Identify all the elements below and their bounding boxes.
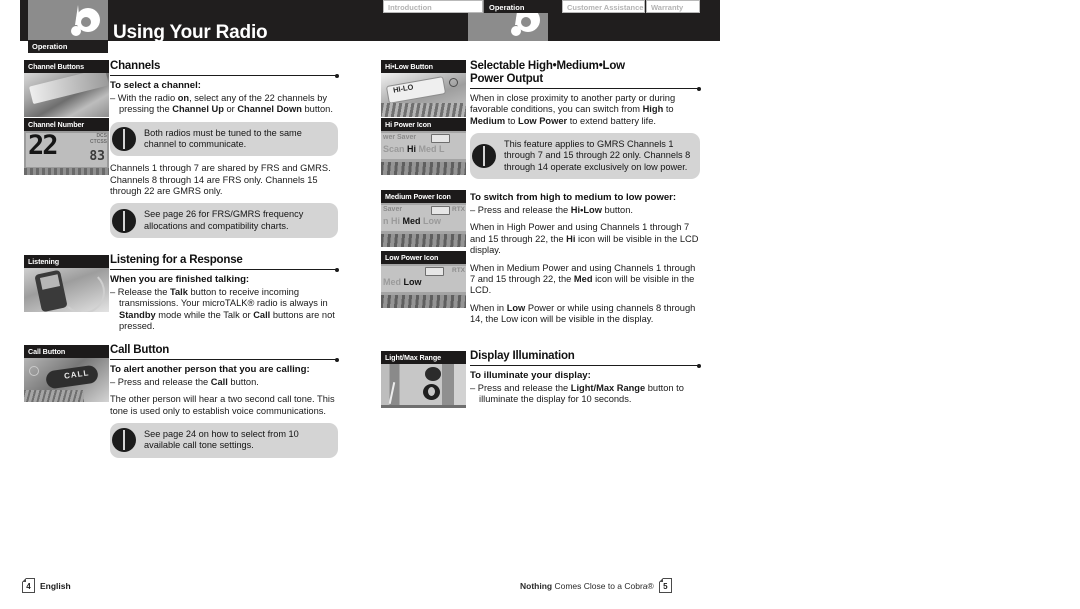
- footer-language-label: English: [40, 580, 71, 591]
- thumbnail-caption: Hi Power Icon: [381, 118, 466, 131]
- cobra-logo-icon: [71, 5, 100, 36]
- page-title: Using Your Radio: [113, 22, 268, 43]
- page-number-right: 5: [658, 578, 672, 593]
- note-icon: [112, 127, 136, 152]
- tab-customer-assistance[interactable]: Customer Assistance: [562, 0, 645, 13]
- section-heading: Listening for a Response: [110, 254, 243, 266]
- thumbnail-image-channel-number: 22 83 DCS CTCSS: [24, 131, 109, 175]
- footer: 4 English Nothing Comes Close to a Cobra®…: [0, 577, 1080, 593]
- thumbnail-low-power-icon: Low Power Icon RTX Med Low: [381, 251, 466, 308]
- tab-warranty[interactable]: Warranty: [646, 0, 700, 13]
- note-text: Both radios must be tuned to the same ch…: [144, 127, 302, 150]
- heading-rule: [110, 357, 339, 362]
- section-bullet: – Release the Talk button to receive inc…: [110, 287, 335, 332]
- thumbnail-light-max-range: Light/Max Range: [381, 351, 466, 408]
- heading-rule: [110, 73, 339, 78]
- thumbnail-listening: Listening: [24, 255, 109, 312]
- tab-introduction[interactable]: Introduction: [383, 0, 483, 13]
- section-heading-line2: Power Output: [470, 73, 543, 85]
- thumbnail-hi-power-icon: Hi Power Icon wer Saver Scan Hi Med L: [381, 118, 466, 175]
- lcd-row2: Med Low: [383, 277, 422, 287]
- section-subheading: When you are finished talking:: [110, 274, 250, 285]
- section-heading: Display Illumination: [470, 350, 575, 362]
- footer-tagline: Nothing Comes Close to a Cobra®: [520, 580, 654, 591]
- thumbnail-caption: Light/Max Range: [381, 351, 466, 364]
- note-text: See page 24 on how to select from 10 ava…: [144, 429, 299, 451]
- tab-operation[interactable]: Operation: [484, 0, 561, 13]
- section-paragraph-medium: When in Medium Power and using Channels …: [470, 262, 696, 296]
- lcd-rtx: RTX: [452, 267, 465, 274]
- thumbnail-caption: Medium Power Icon: [381, 190, 466, 203]
- section-subheading: To illuminate your display:: [470, 370, 591, 381]
- lcd-row2: n Hi Med Low: [383, 216, 441, 226]
- thumbnail-image-light-max-range: [381, 364, 466, 408]
- section-bullet: – With the radio on, select any of the 2…: [110, 93, 333, 115]
- thumbnail-channel-buttons: Channel Buttons: [24, 60, 109, 117]
- lcd-tiny-labels: DCS CTCSS: [90, 133, 107, 145]
- section-paragraph-high: When in High Power and using Channels 1 …: [470, 222, 699, 256]
- thumbnail-image-hilow-button: HI-LO: [381, 73, 466, 117]
- thumbnail-image-channel-buttons: [24, 73, 109, 117]
- section-display-illumination: Display Illumination To illuminate your …: [470, 350, 701, 412]
- section-body: The other person will hear a two second …: [110, 394, 335, 416]
- thumbnail-image-low-power-icon: RTX Med Low: [381, 264, 466, 308]
- lcd-channel-number: 22: [28, 131, 58, 161]
- thumbnail-image-listening: [24, 268, 109, 312]
- header-logo-box-left: [28, 0, 108, 41]
- section-listening: Listening for a Response When you are fi…: [110, 254, 339, 339]
- thumbnail-image-hi-power-icon: wer Saver Scan Hi Med L: [381, 131, 466, 175]
- section-switch-power: To switch from high to medium to low pow…: [470, 192, 700, 332]
- section-call-button: Call Button To alert another person that…: [110, 344, 339, 465]
- thumbnail-caption: Hi•Low Button: [381, 60, 466, 73]
- note-callout-gmrs-channels: This feature applies to GMRS Channels 1 …: [470, 133, 700, 179]
- note-text: This feature applies to GMRS Channels 1 …: [504, 139, 691, 172]
- thumbnail-image-medium-power-icon: Saver RTX n Hi Med Low: [381, 203, 466, 247]
- heading-rule: [470, 86, 701, 91]
- thumbnail-channel-number: Channel Number 22 83 DCS CTCSS: [24, 118, 109, 175]
- lcd-rtx: RTX: [452, 206, 465, 213]
- note-callout-both-radios: Both radios must be tuned to the same ch…: [110, 121, 338, 157]
- thumbnail-medium-power-icon: Medium Power Icon Saver RTX n Hi Med Low: [381, 190, 466, 247]
- section-body: When in close proximity to another party…: [470, 93, 676, 126]
- section-subheading: To switch from high to medium to low pow…: [470, 192, 677, 203]
- section-subheading: To alert another person that you are cal…: [110, 364, 310, 375]
- section-channels: Channels To select a channel: – With the…: [110, 60, 339, 245]
- note-text: See page 26 for FRS/GMRS frequency alloc…: [144, 209, 304, 231]
- section-power-output: Selectable High•Medium•Low Power Output …: [470, 60, 701, 186]
- section-bullet: – Press and release the Call button.: [110, 377, 259, 387]
- note-callout-see-page-26: See page 26 for FRS/GMRS frequency alloc…: [110, 203, 338, 238]
- thumbnail-call-button: Call Button CALL: [24, 345, 109, 402]
- section-heading-line1: Selectable High•Medium•Low: [470, 60, 625, 72]
- thumbnail-caption: Channel Number: [24, 118, 109, 131]
- section-subheading: To select a channel:: [110, 80, 201, 91]
- note-icon: [112, 208, 136, 233]
- section-paragraph-low: When in Low Power or while using channel…: [470, 302, 696, 325]
- lcd-row1: Saver: [383, 206, 403, 213]
- note-icon: [472, 144, 496, 169]
- thumbnail-caption: Channel Buttons: [24, 60, 109, 73]
- tab-operation-left[interactable]: Operation: [28, 40, 108, 53]
- note-icon: [112, 428, 136, 453]
- thumbnail-caption: Low Power Icon: [381, 251, 466, 264]
- lcd-row1: wer Saver: [383, 134, 417, 141]
- thumbnail-caption: Listening: [24, 255, 109, 268]
- section-body: Channels 1 through 7 are shared by FRS a…: [110, 163, 331, 197]
- note-callout-see-page-24: See page 24 on how to select from 10 ava…: [110, 423, 338, 458]
- lcd-code-number: 83: [89, 149, 105, 164]
- footer-right: Nothing Comes Close to a Cobra® 5: [520, 578, 672, 593]
- section-bullet: – Press and release the Light/Max Range …: [470, 383, 684, 405]
- lcd-row2: Scan Hi Med L: [383, 144, 445, 154]
- heading-rule: [470, 363, 701, 368]
- thumbnail-image-call-button: CALL: [24, 358, 109, 402]
- thumbnail-caption: Call Button: [24, 345, 109, 358]
- thumbnail-hilow-button: Hi•Low Button HI-LO: [381, 60, 466, 117]
- section-heading: Channels: [110, 60, 161, 72]
- section-heading: Call Button: [110, 344, 170, 356]
- manual-spread: Using Your Radio Operation Introduction …: [0, 0, 1080, 609]
- heading-rule: [110, 267, 339, 272]
- footer-left: 4 English: [22, 578, 71, 593]
- page-number-left: 4: [22, 578, 35, 593]
- section-bullet: – Press and release the Hi•Low button.: [470, 205, 633, 215]
